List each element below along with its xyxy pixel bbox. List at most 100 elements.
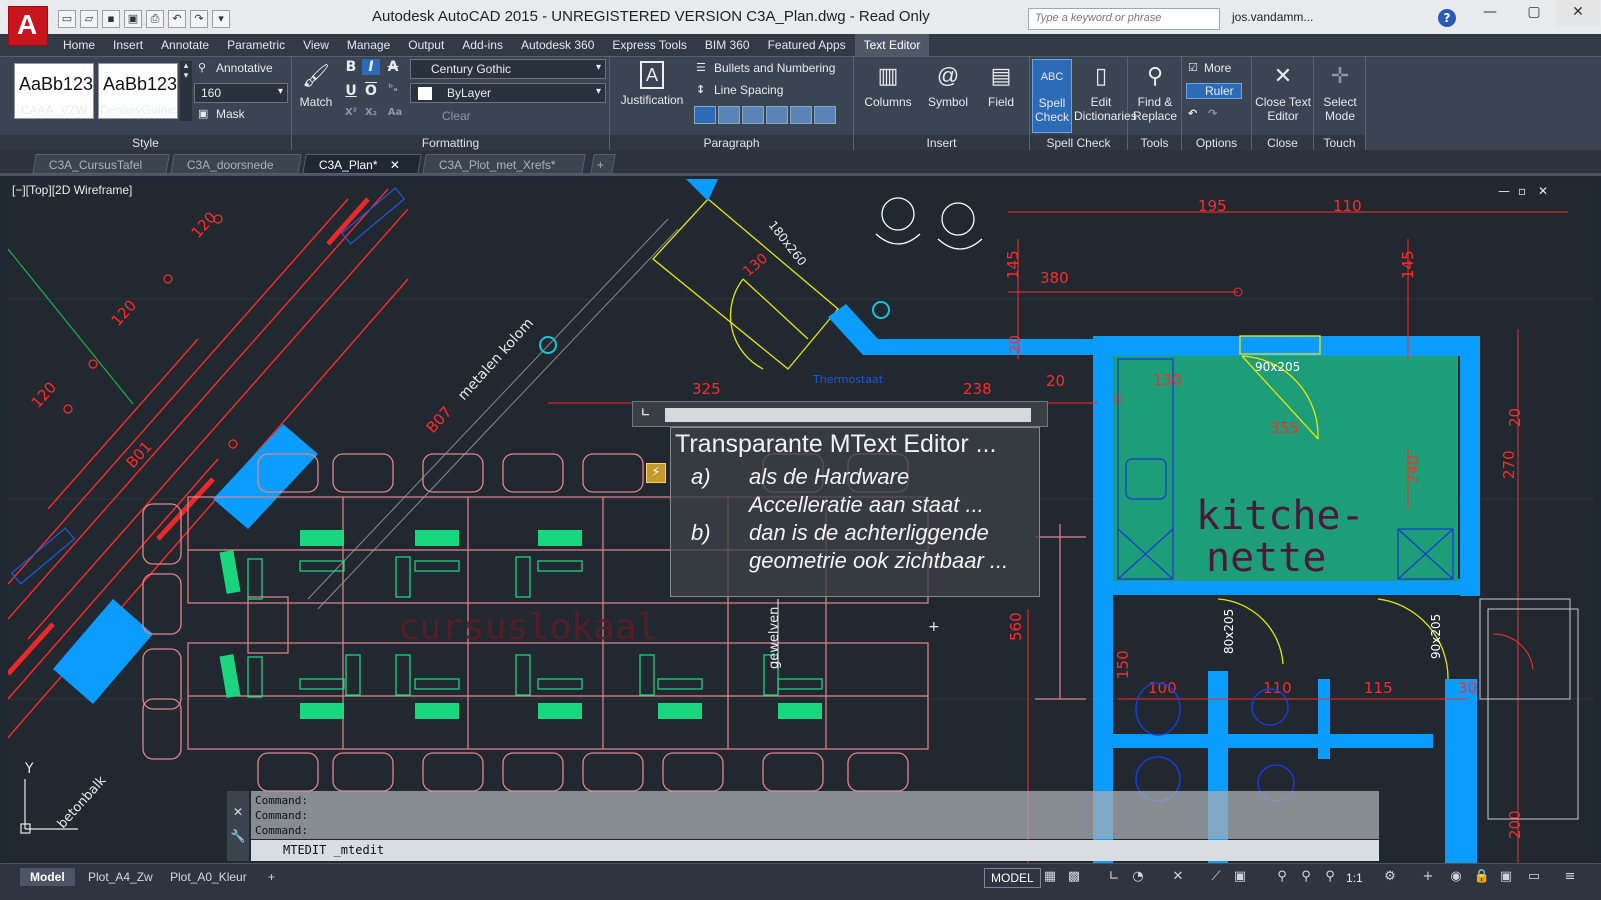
clear-button[interactable]: Clear [442, 109, 471, 123]
save-as-icon[interactable]: ▣ [124, 10, 142, 28]
tab-home[interactable]: Home [54, 34, 104, 56]
annotation-autoscale-icon[interactable]: ⚲ [1296, 868, 1316, 886]
formatting-panel-title[interactable]: Formatting [292, 135, 609, 151]
layout-tab[interactable]: Plot_A4_Zw [78, 868, 163, 886]
tab-bim-360[interactable]: BIM 360 [696, 34, 759, 56]
tab-parametric[interactable]: Parametric [218, 34, 294, 56]
mtext-title-line[interactable]: Transparante MText Editor ... [675, 430, 996, 459]
tab-autodesk-360[interactable]: Autodesk 360 [512, 34, 603, 56]
mtext-line[interactable]: Accelleratie aan staat ... [749, 492, 984, 518]
touch-panel-title[interactable]: Touch [1314, 135, 1365, 151]
superscript-icon[interactable]: X² [342, 107, 360, 118]
color-combo[interactable]: ByLayer [410, 83, 606, 103]
list-label-a[interactable]: a) [691, 464, 711, 490]
workspace-gear-icon[interactable]: ⚙ [1380, 868, 1400, 886]
autocorrect-lightning-icon[interactable]: ⚡ [646, 463, 666, 483]
new-tab-button[interactable]: + [590, 154, 616, 174]
insert-panel-title[interactable]: Insert [854, 135, 1029, 151]
viewport-restore-icon[interactable]: ▫ [1518, 184, 1526, 198]
command-line-grip[interactable]: ✕ 🔧 [227, 791, 249, 861]
help-icon[interactable]: ? [1438, 9, 1456, 27]
mtext-line[interactable]: geometrie ook zichtbaar ... [749, 548, 1008, 574]
close-window-icon[interactable]: ✕ [1556, 0, 1600, 26]
customize-command-icon[interactable]: 🔧 [227, 829, 249, 843]
search-input[interactable]: Type a keyword or phrase [1028, 8, 1220, 30]
mtext-content-area[interactable]: Transparante MText Editor ... a) als de … [670, 427, 1040, 597]
plot-icon[interactable]: ⎙ [146, 10, 164, 28]
tab-text-editor[interactable]: Text Editor [854, 34, 930, 56]
polar-icon[interactable]: ◔ [1128, 868, 1148, 886]
columns-button[interactable]: ▥ Columns [858, 59, 918, 133]
paragraph-panel-title[interactable]: Paragraph [610, 135, 853, 151]
selection-cycling-icon[interactable]: ▣ [1230, 868, 1250, 886]
mtext-line[interactable]: als de Hardware [749, 464, 909, 490]
annotation-visibility-icon[interactable]: ⚲ [1272, 868, 1292, 886]
close-panel-title[interactable]: Close [1252, 135, 1313, 151]
undo-icon[interactable]: ↶ [168, 10, 186, 28]
ortho-icon[interactable]: ∟ [1104, 868, 1124, 886]
field-button[interactable]: ▤ Field [978, 59, 1024, 133]
snap-icon[interactable]: ▩ [1064, 868, 1084, 886]
hardware-acceleration-icon[interactable]: ▣ [1496, 868, 1516, 886]
paragraph-settings-icon[interactable] [814, 106, 836, 124]
style-scroll-icon[interactable]: ▴ ▾ [180, 61, 192, 121]
annotative-toggle[interactable]: Annotative [216, 61, 273, 75]
overline-icon[interactable]: O [362, 83, 380, 99]
model-space-button[interactable]: MODEL [984, 868, 1041, 888]
underline-icon[interactable]: U [342, 83, 360, 99]
add-layout-icon[interactable]: + [258, 868, 285, 886]
annotation-scale-value[interactable]: 1:1 [1346, 871, 1363, 885]
annotation-scale-icon[interactable]: ⚲ [1320, 868, 1340, 886]
text-height-combo[interactable]: 160 [194, 83, 288, 103]
file-tab[interactable]: C3A_CursusTafel [32, 154, 170, 174]
justification-button[interactable]: A Justification [614, 59, 690, 133]
justify-icon[interactable] [766, 106, 788, 124]
new-file-icon[interactable]: ▭ [58, 10, 76, 28]
close-command-line-icon[interactable]: ✕ [227, 805, 249, 819]
layout-tab-model[interactable]: Model [20, 868, 75, 886]
plus-icon[interactable]: + [1418, 868, 1438, 886]
mtext-editor[interactable]: ∟ Transparante MText Editor ... a) als d… [632, 401, 1048, 597]
mtext-ruler[interactable]: ∟ [632, 401, 1048, 427]
undo-small-icon[interactable]: ↶ [1188, 107, 1197, 120]
tab-output[interactable]: Output [399, 34, 453, 56]
redo-small-icon[interactable]: ↷ [1208, 107, 1217, 120]
ruler-toggle[interactable]: Ruler [1186, 83, 1242, 99]
spell-check-panel-title[interactable]: Spell Check [1030, 135, 1127, 151]
font-combo[interactable]: Century Gothic [410, 59, 606, 79]
mtext-line[interactable]: dan is de achterliggende [749, 520, 989, 546]
align-left-icon[interactable] [694, 106, 716, 124]
bold-icon[interactable]: B [342, 59, 360, 75]
more-button[interactable]: More [1204, 61, 1231, 75]
isolate-objects-icon[interactable]: ◉ [1446, 868, 1466, 886]
list-label-b[interactable]: b) [691, 520, 711, 546]
tab-express-tools[interactable]: Express Tools [603, 34, 695, 56]
grid-icon[interactable]: ▦ [1040, 868, 1060, 886]
ruler-scale[interactable] [665, 408, 1031, 422]
line-spacing-button[interactable]: Line Spacing [714, 83, 783, 97]
lineweight-icon[interactable]: ⟋ [1206, 868, 1226, 886]
align-right-icon[interactable] [742, 106, 764, 124]
options-panel-title[interactable]: Options [1182, 135, 1251, 151]
file-tab[interactable]: C3A_doorsnede [170, 154, 302, 174]
tab-insert[interactable]: Insert [104, 34, 152, 56]
viewport-controls-label[interactable]: [−][Top][2D Wireframe] [12, 183, 132, 197]
subscript-icon[interactable]: X₂ [362, 107, 380, 118]
find-replace-button[interactable]: ⚲ Find & Replace [1130, 59, 1180, 133]
minimize-icon[interactable]: — [1468, 0, 1512, 26]
change-case-icon[interactable]: Aa [384, 107, 406, 118]
command-input[interactable]: MTEDIT _mtedit [251, 840, 1379, 861]
viewport-close-icon[interactable]: ✕ [1538, 184, 1548, 198]
close-tab-icon[interactable]: ✕ [390, 155, 400, 175]
layout-tab[interactable]: Plot_A0_Kleur [160, 868, 257, 886]
select-mode-button[interactable]: ✛ Select Mode [1316, 59, 1364, 133]
application-menu-button[interactable]: A [8, 6, 48, 46]
open-file-icon[interactable]: ▱ [80, 10, 98, 28]
file-tab[interactable]: C3A_Plot_met_Xrefs* [422, 154, 586, 174]
redo-icon[interactable]: ↷ [190, 10, 208, 28]
strikethrough-icon[interactable]: A [384, 59, 402, 75]
align-center-icon[interactable] [718, 106, 740, 124]
tab-add-ins[interactable]: Add-ins [453, 34, 512, 56]
edit-dictionaries-button[interactable]: ▯ Edit Dictionaries [1074, 59, 1137, 133]
spell-check-button[interactable]: ABC Spell Check [1032, 59, 1072, 133]
